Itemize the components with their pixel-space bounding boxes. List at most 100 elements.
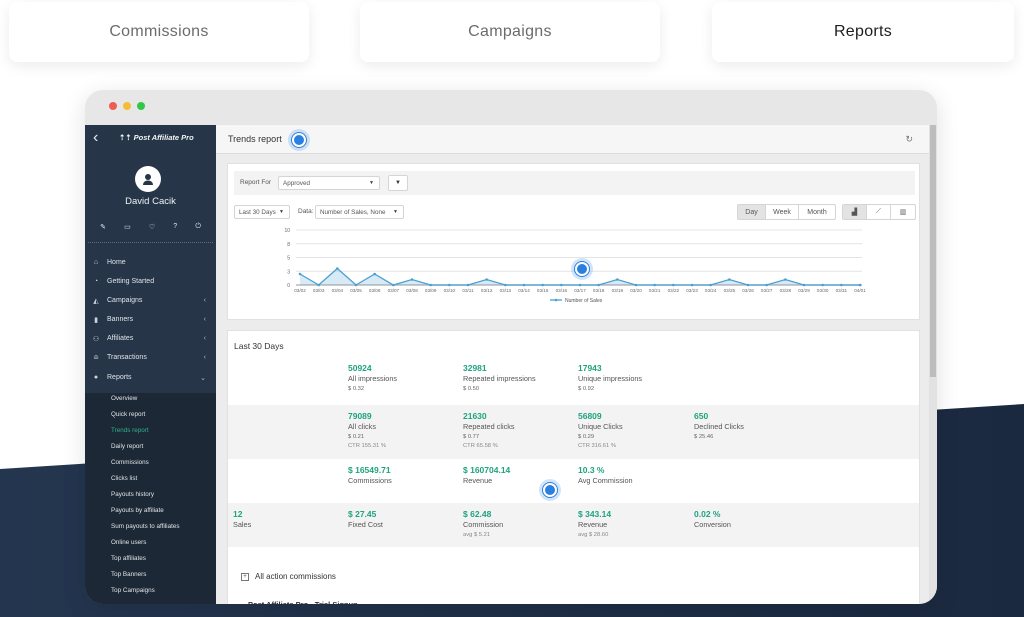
heart-icon[interactable]: ♡ bbox=[149, 223, 155, 231]
stat-label: Revenue bbox=[463, 476, 493, 485]
submenu-payouts-by-affiliate[interactable]: Payouts by affiliate bbox=[111, 507, 164, 514]
submenu-commissions[interactable]: Commissions bbox=[111, 459, 149, 466]
data-point bbox=[448, 283, 451, 287]
page: Commissions Campaigns Reports ‹ ⇡⇡ Post … bbox=[0, 0, 1024, 617]
stats-panel: Last 30 Days 50924 All impressions $ 0.32 3… bbox=[227, 330, 920, 604]
stat-value: 12 bbox=[233, 509, 243, 519]
data-point bbox=[728, 278, 731, 281]
pencil-icon[interactable]: ✎ bbox=[100, 223, 106, 231]
sidebar-item-campaigns[interactable]: ◭ Campaigns ‹ bbox=[85, 291, 216, 310]
report-for-select[interactable]: Approved ▼ bbox=[278, 176, 380, 190]
x-tick-label: 03/17 bbox=[574, 288, 586, 293]
submenu-quick-report[interactable]: Quick report bbox=[111, 411, 145, 418]
data-point bbox=[690, 283, 694, 287]
nav-label: Home bbox=[107, 259, 126, 266]
hotspot-marker[interactable] bbox=[539, 479, 561, 501]
x-tick-label: 03/04 bbox=[332, 288, 344, 293]
app-window: ‹ ⇡⇡ Post Affiliate Pro David Cacik ✎ ▭ … bbox=[85, 90, 937, 604]
x-tick-label: 03/22 bbox=[668, 288, 680, 293]
tab-campaigns[interactable]: Campaigns bbox=[360, 2, 660, 62]
submenu-top-affiliates[interactable]: Top affiliates bbox=[111, 555, 146, 562]
stat-value: 0.02 % bbox=[694, 509, 721, 519]
sidebar-item-getting-started[interactable]: ◔ Getting Started bbox=[85, 272, 216, 291]
submenu-payouts-history[interactable]: Payouts history bbox=[111, 491, 154, 498]
refresh-icon[interactable]: ↻ bbox=[905, 134, 913, 145]
scroll-thumb[interactable] bbox=[930, 125, 936, 377]
window-minimize-dot[interactable] bbox=[123, 102, 131, 110]
sidebar-item-transactions[interactable]: ≘ Transactions ‹ bbox=[85, 348, 216, 367]
back-chevron-icon[interactable]: ‹ bbox=[93, 129, 98, 147]
submenu-top-campaigns[interactable]: Top Campaigns bbox=[111, 587, 155, 594]
stat-sub-value: $ 0.32 bbox=[348, 386, 365, 392]
stat-item: 56809 Unique Clicks $ 0.29 CTR 316.61 % bbox=[578, 411, 623, 449]
day-button[interactable]: Day bbox=[738, 205, 766, 219]
stat-value: 650 bbox=[694, 411, 709, 421]
filter-button[interactable]: ▼ bbox=[388, 175, 408, 191]
submenu-daily-report[interactable]: Daily report bbox=[111, 443, 143, 450]
x-tick-label: 03/31 bbox=[836, 288, 848, 293]
stat-value: 56809 bbox=[578, 411, 602, 421]
x-tick-label: 03/09 bbox=[425, 288, 437, 293]
submenu-top-banners[interactable]: Top Banners bbox=[111, 571, 146, 578]
x-tick-label: 03/20 bbox=[630, 288, 642, 293]
date-range-select[interactable]: Last 30 Days ▼ bbox=[234, 205, 290, 219]
submenu-online-users[interactable]: Online users bbox=[111, 539, 146, 546]
month-button[interactable]: Month bbox=[799, 205, 835, 219]
sidebar-item-banners[interactable]: ▮ Banners ‹ bbox=[85, 310, 216, 329]
monitor-icon[interactable]: ▭ bbox=[124, 223, 131, 231]
data-select[interactable]: Number of Sales, None ▼ bbox=[315, 205, 404, 219]
data-point bbox=[746, 283, 750, 287]
all-action-commissions-toggle[interactable]: All action commissions bbox=[255, 572, 336, 581]
sidebar-item-affiliates[interactable]: ⚇ Affiliates ‹ bbox=[85, 329, 216, 348]
data-point bbox=[858, 283, 862, 287]
nav-label: Campaigns bbox=[107, 297, 143, 304]
select-value: Last 30 Days bbox=[239, 208, 276, 216]
chevron-left-icon: ‹ bbox=[203, 297, 206, 304]
data-point bbox=[802, 283, 806, 287]
line-chart-button[interactable]: ⟋ bbox=[867, 205, 891, 219]
caret-down-icon: ▼ bbox=[393, 209, 398, 215]
scrollbar[interactable] bbox=[929, 125, 937, 604]
stats-title: Last 30 Days bbox=[234, 341, 284, 351]
page-header: Trends report ↻ bbox=[216, 125, 929, 154]
stat-secondary: CTR 65.58 % bbox=[463, 443, 498, 449]
help-icon[interactable]: ? bbox=[173, 223, 177, 231]
power-icon[interactable]: ⏻ bbox=[195, 223, 201, 231]
week-button[interactable]: Week bbox=[766, 205, 799, 219]
submenu-overview[interactable]: Overview bbox=[111, 395, 137, 402]
stat-item: 10.3 % Avg Commission bbox=[578, 465, 633, 485]
data-point bbox=[616, 278, 619, 281]
stat-item: 50924 All impressions $ 0.32 bbox=[348, 363, 397, 392]
tab-commissions[interactable]: Commissions bbox=[9, 2, 309, 62]
chevron-left-icon: ‹ bbox=[203, 354, 206, 361]
x-tick-label: 03/21 bbox=[649, 288, 661, 293]
x-tick-label: 03/16 bbox=[556, 288, 568, 293]
area-chart-button[interactable]: ▟ bbox=[843, 205, 867, 219]
home-icon: ⌂ bbox=[93, 259, 99, 266]
data-point bbox=[373, 272, 376, 276]
sidebar-item-reports[interactable]: ● Reports ⌄ bbox=[85, 368, 216, 387]
bar-chart-icon: ▥ bbox=[899, 209, 907, 216]
brand-logo: ⇡⇡ Post Affiliate Pro bbox=[119, 133, 194, 142]
avatar[interactable] bbox=[135, 166, 161, 192]
data-point bbox=[672, 283, 675, 287]
x-tick-label: 03/08 bbox=[406, 288, 418, 293]
hotspot-marker[interactable] bbox=[571, 258, 593, 280]
stat-label: All impressions bbox=[348, 374, 398, 383]
hotspot-marker[interactable] bbox=[288, 129, 310, 151]
bar-chart-button[interactable]: ▥ bbox=[891, 205, 915, 219]
submenu-sum-payouts[interactable]: Sum payouts to affiliates bbox=[111, 523, 180, 530]
stat-label: Commission bbox=[463, 520, 504, 529]
data-point bbox=[392, 283, 395, 287]
expand-plus-icon[interactable]: + bbox=[241, 573, 249, 581]
chart-panel: Report For Approved ▼ ▼ Last 30 Days ▼ Dat… bbox=[227, 163, 920, 320]
window-maximize-dot[interactable] bbox=[137, 102, 145, 110]
window-close-dot[interactable] bbox=[109, 102, 117, 110]
x-tick-label: 03/24 bbox=[705, 288, 717, 293]
stat-label: All clicks bbox=[348, 422, 376, 431]
stat-sub-value: $ 0.29 bbox=[578, 434, 595, 440]
sidebar-item-home[interactable]: ⌂ Home bbox=[85, 253, 216, 272]
submenu-clicks-list[interactable]: Clicks list bbox=[111, 475, 137, 482]
tab-reports[interactable]: Reports bbox=[712, 2, 1014, 62]
submenu-trends-report[interactable]: Trends report bbox=[111, 427, 149, 434]
